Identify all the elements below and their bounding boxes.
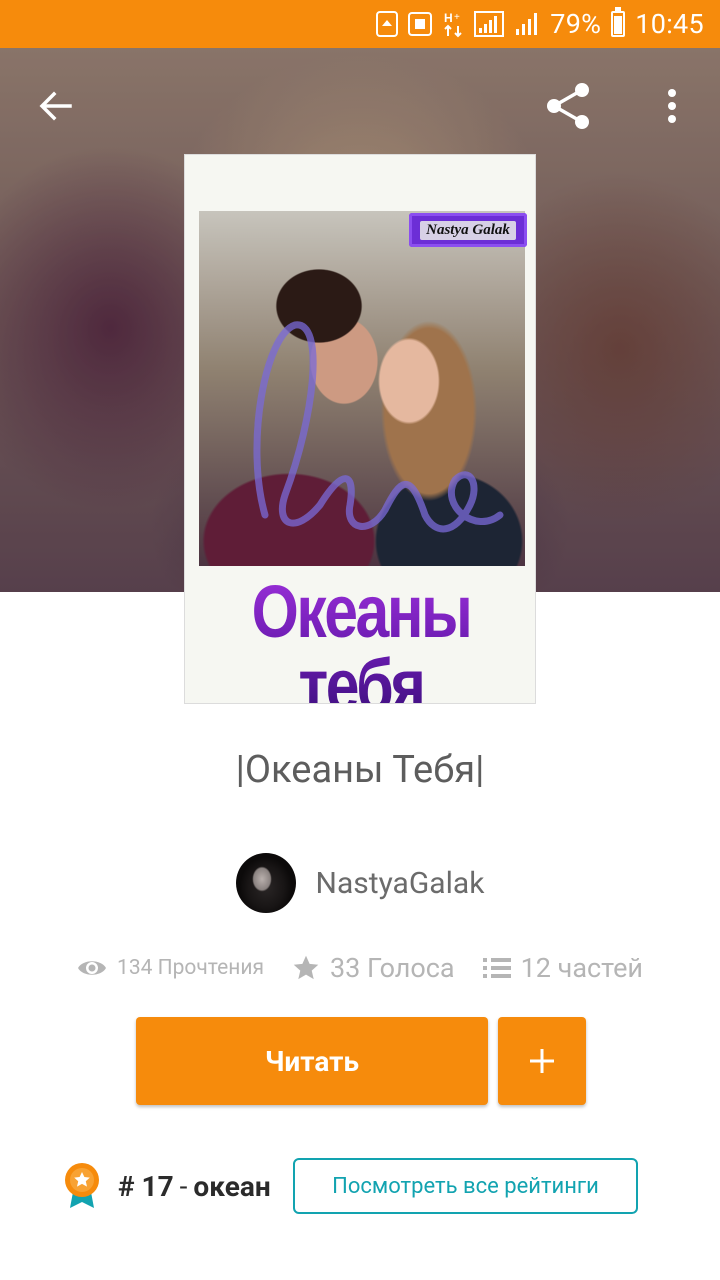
- rank-separator: -: [179, 1169, 188, 1203]
- status-bar: H + 79% 10:45: [0, 0, 720, 48]
- app-notification-icon: [408, 12, 433, 36]
- author-row[interactable]: NastyaGalak: [0, 852, 720, 914]
- add-to-library-button[interactable]: [498, 1017, 586, 1105]
- clock: 10:45: [635, 8, 704, 40]
- plus-icon: [530, 1049, 554, 1073]
- svg-text:+: +: [454, 12, 460, 23]
- parts-count: 12 частей: [520, 952, 643, 984]
- notification-icon: [376, 11, 399, 37]
- star-icon: [293, 955, 319, 980]
- author-name[interactable]: NastyaGalak: [316, 866, 485, 901]
- rank-tag: океан: [193, 1169, 271, 1203]
- back-button[interactable]: [28, 78, 84, 134]
- signal-sim2-icon: [514, 11, 540, 37]
- share-button[interactable]: [540, 78, 596, 134]
- reads-count: 134 Прочтения: [117, 956, 264, 980]
- story-title: |Океаны Тебя|: [235, 748, 485, 792]
- ranking-text: # 17- океан: [118, 1170, 271, 1203]
- ranking-medal-icon: [65, 1163, 99, 1208]
- more-options-button[interactable]: [644, 78, 700, 134]
- view-all-rankings-button[interactable]: Посмотреть все рейтинги: [293, 1158, 638, 1214]
- read-button[interactable]: Читать: [136, 1017, 488, 1105]
- arrow-left-icon: [39, 91, 72, 121]
- parts-stat: 12 частей: [482, 952, 643, 984]
- battery-percent: 79%: [550, 8, 602, 40]
- votes-count: 33 Голоса: [329, 952, 455, 984]
- list-icon: [482, 958, 511, 978]
- author-avatar[interactable]: [235, 853, 296, 913]
- battery-icon: [611, 7, 626, 37]
- signal-sim1-icon: [474, 10, 505, 38]
- network-type-icon: H +: [442, 10, 464, 38]
- rank-number: # 17: [118, 1169, 174, 1203]
- more-vertical-icon: [668, 89, 676, 123]
- votes-stat: 33 Голоса: [292, 952, 455, 984]
- ranking-row: # 17- океан: [62, 1158, 271, 1214]
- cover-title: Океаны тебя: [217, 575, 506, 704]
- story-stats: 134 Прочтения 33 Голоса 12 частей: [0, 946, 720, 990]
- reads-stat: 134 Прочтения: [77, 956, 264, 980]
- cover-love-script: [253, 321, 504, 533]
- book-cover[interactable]: Nastya Galak Океаны тебя: [184, 154, 536, 704]
- eye-icon: [78, 961, 107, 975]
- cover-author-badge: Nastya Galak: [409, 213, 527, 247]
- share-icon: [547, 83, 589, 129]
- action-buttons: Читать: [136, 1017, 586, 1105]
- svg-text:H: H: [444, 11, 453, 25]
